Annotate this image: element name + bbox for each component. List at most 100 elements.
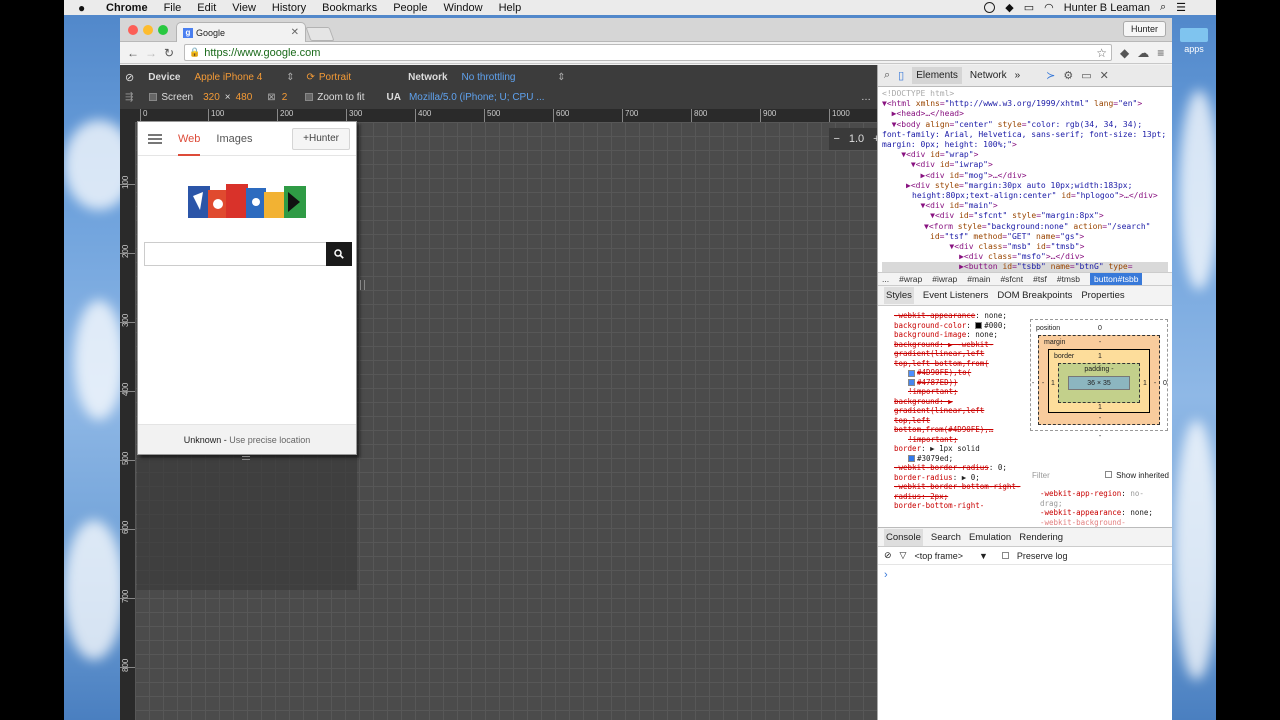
google-header: Web Images +Hunter [138, 122, 356, 156]
desktop-folder-icon[interactable] [1180, 28, 1208, 42]
menu-history[interactable]: History [264, 2, 314, 14]
menu-people[interactable]: People [385, 2, 435, 14]
tab-google[interactable]: g Google ✕ [176, 22, 306, 42]
dropdown-arrow-icon[interactable]: ▼ [979, 551, 988, 561]
device-pixel-ratio-input[interactable]: 2 [282, 92, 288, 103]
search-button[interactable] [326, 242, 352, 266]
address-bar[interactable]: 🔒 https://www.google.com ☆ [184, 44, 1112, 61]
record-status-icon[interactable] [984, 2, 996, 13]
wifi-icon[interactable]: ◠ [1044, 1, 1054, 14]
filter-funnel-icon[interactable]: ▽ [900, 550, 907, 561]
inspect-element-icon[interactable]: ⌕ [884, 69, 890, 82]
crumb-iwrap[interactable]: #iwrap [932, 274, 957, 284]
box-model-diagram[interactable]: position 0 margin - border 1 padding - 3… [1030, 309, 1170, 459]
google-account-button[interactable]: +Hunter [292, 128, 350, 150]
dock-side-icon[interactable]: ▭ [1081, 69, 1091, 82]
use-precise-location-link[interactable]: Use precise location [229, 435, 310, 445]
drawer-tab-console[interactable]: Console [884, 528, 923, 546]
close-devtools-icon[interactable]: ✕ [1100, 69, 1109, 82]
spotlight-search-icon[interactable]: ⌕ [1160, 1, 1166, 14]
orientation-button[interactable]: Portrait [319, 72, 351, 83]
profile-button[interactable]: Hunter [1122, 21, 1166, 37]
user-agent-input[interactable]: Mozilla/5.0 (iPhone; U; CPU ... [409, 92, 545, 103]
close-window-button[interactable] [128, 25, 138, 35]
screen-width-input[interactable]: 320 [203, 92, 220, 103]
device-select[interactable]: Apple iPhone 4 ⇕ [194, 72, 294, 83]
extension-cloud-icon[interactable]: ☁ [1137, 46, 1149, 60]
tab-images[interactable]: Images [216, 122, 252, 156]
google-search-input[interactable] [144, 242, 352, 266]
zoom-to-fit-checkbox[interactable] [305, 93, 314, 101]
frame-select[interactable]: <top frame> [914, 551, 963, 561]
device-mode-icon[interactable]: ▯ [898, 69, 904, 82]
notification-center-icon[interactable]: ☰ [1176, 1, 1186, 14]
back-icon[interactable]: ← [124, 46, 142, 60]
element-breadcrumbs: ... #wrap #iwrap #main #sfcnt #tsf #tmsb… [878, 272, 1172, 286]
drawer-tab-emulation[interactable]: Emulation [969, 532, 1011, 543]
elements-subtabs: Styles Event Listeners DOM Breakpoints P… [878, 286, 1172, 306]
preserve-log-checkbox[interactable] [1001, 552, 1009, 559]
menu-window[interactable]: Window [435, 2, 490, 14]
crumb-main[interactable]: #main [967, 274, 990, 284]
subtab-event-listeners[interactable]: Event Listeners [923, 290, 988, 301]
disable-emulation-icon[interactable]: ⊘ [125, 71, 134, 84]
resize-handle-bottom[interactable] [242, 456, 250, 460]
more-tabs-button[interactable]: » [1015, 70, 1021, 81]
reload-icon[interactable]: ↻ [160, 46, 178, 60]
new-tab-button[interactable] [305, 27, 335, 41]
console-prompt[interactable]: › [884, 569, 888, 581]
crumb-ellipsis[interactable]: ... [882, 274, 889, 284]
computed-filter-input[interactable]: Filter [1032, 471, 1050, 480]
crumb-current[interactable]: button#tsbb [1090, 273, 1143, 285]
drawer-tabbar: Console Search Emulation Rendering [878, 527, 1172, 547]
battery-icon[interactable]: ▭ [1024, 1, 1034, 14]
show-inherited-checkbox[interactable] [1105, 471, 1113, 478]
tab-elements[interactable]: Elements [912, 67, 962, 84]
crumb-sfcnt[interactable]: #sfcnt [1000, 274, 1023, 284]
crumb-tmsb[interactable]: #tmsb [1057, 274, 1080, 284]
screen-checkbox[interactable] [149, 93, 158, 101]
orientation-icon[interactable]: ⟳ [306, 72, 314, 83]
menu-app-name[interactable]: Chrome [98, 2, 156, 14]
crumb-tsf[interactable]: #tsf [1033, 274, 1047, 284]
clear-console-icon[interactable]: ⊘ [884, 550, 892, 561]
show-inherited-toggle[interactable]: Show inherited [1105, 471, 1169, 480]
menu-edit[interactable]: Edit [189, 2, 224, 14]
tab-close-icon[interactable]: ✕ [291, 27, 299, 38]
crumb-wrap[interactable]: #wrap [899, 274, 922, 284]
subtab-dom-breakpoints[interactable]: DOM Breakpoints [997, 290, 1072, 301]
menubar-user-name[interactable]: Hunter B Leaman [1064, 2, 1150, 14]
menu-file[interactable]: File [156, 2, 190, 14]
tab-network[interactable]: Network [970, 70, 1007, 81]
drawer-tab-rendering[interactable]: Rendering [1019, 532, 1063, 543]
dom-tree[interactable]: <!DOCTYPE html> ▼<html xmlns="http://www… [878, 87, 1172, 272]
resize-handle-right[interactable] [360, 280, 365, 290]
emulation-more-icon[interactable]: … [861, 92, 871, 103]
subtab-properties[interactable]: Properties [1081, 290, 1124, 301]
desktop-apps-label[interactable]: apps [1172, 44, 1216, 54]
show-console-icon[interactable]: ≻ [1046, 69, 1055, 82]
hamburger-menu-icon[interactable] [148, 132, 162, 146]
menu-help[interactable]: Help [491, 2, 530, 14]
drawer-tab-search[interactable]: Search [931, 532, 961, 543]
minimize-window-button[interactable] [143, 25, 153, 35]
menu-bookmarks[interactable]: Bookmarks [314, 2, 385, 14]
bookmark-star-icon[interactable]: ☆ [1096, 46, 1107, 60]
apple-menu-icon[interactable]: ● [78, 1, 92, 15]
emulation-settings-icon[interactable]: ⇶ [125, 92, 133, 103]
extension-drop-icon[interactable]: ◆ [1120, 46, 1129, 60]
menu-view[interactable]: View [224, 2, 264, 14]
dropbox-status-icon[interactable]: ◆ [1005, 1, 1013, 14]
forward-icon[interactable]: → [142, 46, 160, 60]
console-toolbar: ⊘ ▽ <top frame> ▼ Preserve log [878, 547, 1172, 565]
tab-web[interactable]: Web [178, 122, 201, 156]
zoom-out-button[interactable]: − [833, 133, 839, 145]
screen-height-input[interactable]: 480 [236, 92, 253, 103]
network-throttle-select[interactable]: No throttling ⇕ [462, 72, 566, 83]
styles-pane[interactable]: -webkit-appearance: none; background-col… [878, 309, 1028, 527]
google-doodle-logo[interactable] [188, 182, 308, 222]
zoom-window-button[interactable] [158, 25, 168, 35]
settings-gear-icon[interactable]: ⚙ [1063, 69, 1073, 82]
chrome-menu-icon[interactable]: ≡ [1157, 46, 1164, 60]
subtab-styles[interactable]: Styles [884, 287, 914, 304]
